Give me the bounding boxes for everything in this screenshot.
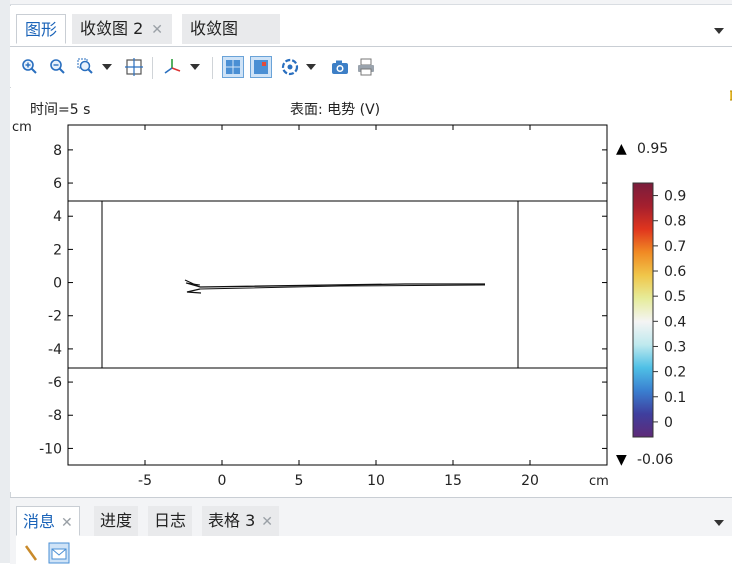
colorbar-tick-label: 0.5 xyxy=(664,289,686,305)
x-axis-unit: cm xyxy=(589,474,609,489)
tab-log[interactable]: 日志 xyxy=(148,506,193,536)
x-axis: -5 0 5 10 15 20 xyxy=(138,473,539,489)
toolbar-separator xyxy=(212,57,213,79)
y-tick-label: -8 xyxy=(48,408,62,424)
scene-light-icon[interactable] xyxy=(280,57,300,77)
x-tick-label: 20 xyxy=(521,473,539,489)
y-tick-label: 4 xyxy=(53,209,62,225)
tab-table-3-label: 表格 3 xyxy=(208,511,256,530)
x-tick-label: -5 xyxy=(138,473,152,489)
graphics-toolbar xyxy=(10,47,732,87)
clear-messages-icon[interactable] xyxy=(24,544,42,564)
zoom-in-icon[interactable] xyxy=(20,57,40,77)
colorbar-tick-label: 0.4 xyxy=(664,314,686,330)
tab-table-3[interactable]: 表格 3 ✕ xyxy=(202,506,280,536)
colorbar-tick-label: 0.7 xyxy=(664,239,686,255)
y-tick-label: 8 xyxy=(53,143,62,159)
zoom-dropdown-icon[interactable] xyxy=(102,64,112,70)
time-label: 时间=5 s xyxy=(30,102,90,118)
colorbar-tick-label: 0.8 xyxy=(664,214,686,230)
y-tick-label: 6 xyxy=(53,176,62,192)
colorbar-tick-label: 0.3 xyxy=(664,339,686,355)
tab-log-label: 日志 xyxy=(154,511,187,530)
colorbar-tick-label: 0.2 xyxy=(664,365,686,381)
y-tick-label: 2 xyxy=(53,242,62,258)
grid-view-icon[interactable] xyxy=(222,56,244,78)
x-tick-label: 5 xyxy=(295,473,304,489)
close-icon[interactable]: ✕ xyxy=(151,22,163,38)
messages-panel: 消息 ✕ 进度 日志 表格 3 ✕ xyxy=(10,497,732,564)
min-marker-icon: ▼ xyxy=(616,452,627,468)
colorbar-tick-label: 0 xyxy=(664,415,673,431)
graphics-tabbar: 图形 收敛图 2 ✕ 收敛图 1✕ xyxy=(10,6,732,68)
camera-icon[interactable] xyxy=(330,57,350,77)
tab-convergence-2-label: 收敛图 2 xyxy=(80,19,144,38)
tab-graphics[interactable]: 图形 xyxy=(16,14,67,44)
tab-graphics-label: 图形 xyxy=(25,20,58,39)
zoom-extents-icon[interactable] xyxy=(124,57,144,77)
scene-dropdown-icon[interactable] xyxy=(306,64,316,70)
close-icon[interactable]: ✕ xyxy=(61,515,73,531)
surface-label: 表面: 电势 (V) xyxy=(290,102,380,118)
zoom-box-icon[interactable] xyxy=(76,57,96,77)
colorbar xyxy=(632,182,654,438)
y-tick-label: -4 xyxy=(48,342,62,358)
colorbar-ticks: 0.9 0.8 0.7 0.6 0.5 0.4 0.3 0.2 0.1 0 xyxy=(653,189,686,431)
y-tick-label: 0 xyxy=(53,276,62,292)
messages-toolbar xyxy=(16,536,732,564)
potential-plot[interactable]: 时间=5 s 表面: 电势 (V) cm cm -5 0 5 10 15 20 … xyxy=(10,88,730,492)
colorbar-min-label: -0.06 xyxy=(637,452,673,468)
y-tick-label: -10 xyxy=(39,441,62,457)
tab-messages[interactable]: 消息 ✕ xyxy=(16,506,80,536)
y-tick-label: -6 xyxy=(48,375,62,391)
colorbar-tick-label: 0.6 xyxy=(664,264,686,280)
x-tick-label: 10 xyxy=(367,473,385,489)
print-icon[interactable] xyxy=(356,57,376,77)
colorbar-max-label: 0.95 xyxy=(637,141,668,157)
message-view-icon[interactable] xyxy=(48,542,70,564)
y-axis-unit: cm xyxy=(12,120,32,135)
axes-orientation-icon[interactable] xyxy=(162,57,182,77)
tab-convergence-2[interactable]: 收敛图 2 ✕ xyxy=(72,14,172,44)
colorbar-tick-label: 0.1 xyxy=(664,390,686,406)
y-axis: 8 6 4 2 0 -2 -4 -6 -8 -10 xyxy=(39,143,62,458)
graphics-window: 时间=5 s 表面: 电势 (V) cm cm -5 0 5 10 15 20 … xyxy=(10,88,730,492)
plot-area xyxy=(67,124,608,466)
tab-messages-label: 消息 xyxy=(23,512,56,531)
max-marker-icon: ▲ xyxy=(616,141,627,157)
x-tick-label: 15 xyxy=(444,473,462,489)
panel-list-dropdown-icon[interactable] xyxy=(714,520,724,526)
split-view-icon[interactable] xyxy=(250,56,272,78)
colorbar-tick-label: 0.9 xyxy=(664,189,686,205)
tab-progress[interactable]: 进度 xyxy=(94,506,139,536)
y-tick-label: -2 xyxy=(48,309,62,325)
zoom-out-icon[interactable] xyxy=(48,57,68,77)
close-icon[interactable]: ✕ xyxy=(261,514,273,530)
tab-convergence-1[interactable]: 收敛图 1✕ xyxy=(182,14,280,68)
axes-dropdown-icon[interactable] xyxy=(190,64,200,70)
top-divider xyxy=(10,0,732,5)
toolbar-separator xyxy=(152,57,153,79)
x-tick-label: 0 xyxy=(218,473,227,489)
tab-progress-label: 进度 xyxy=(100,511,133,530)
tab-list-dropdown-icon[interactable] xyxy=(714,28,724,34)
